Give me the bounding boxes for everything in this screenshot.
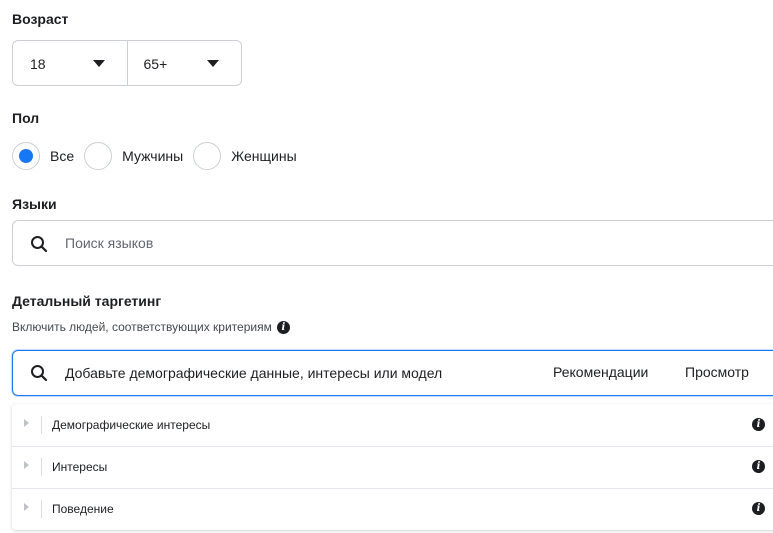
caret-down-icon: [93, 60, 105, 67]
gender-option-men[interactable]: Мужчины: [84, 142, 183, 170]
age-min-dropdown[interactable]: 18: [13, 41, 127, 85]
languages-label: Языки: [12, 196, 57, 212]
category-label: Интересы: [52, 460, 108, 474]
radio-all[interactable]: [12, 142, 40, 170]
gender-option-label: Мужчины: [122, 148, 184, 164]
gender-label: Пол: [12, 110, 40, 126]
gender-option-label: Женщины: [231, 148, 297, 164]
age-max-value: 65+: [143, 56, 168, 72]
expand-triangle-icon: [24, 419, 29, 427]
language-search-box: [12, 220, 773, 266]
targeting-category-list: Демографические интересы i Интересы i По…: [12, 404, 773, 530]
expand-triangle-icon: [24, 461, 29, 469]
detailed-targeting-label: Детальный таргетинг: [12, 293, 162, 309]
category-row-behaviors[interactable]: Поведение i: [12, 488, 773, 530]
detailed-targeting-sublabel: Включить людей, соответствующих критерия…: [12, 320, 290, 334]
browse-link[interactable]: Просмотр: [685, 364, 749, 380]
category-label: Демографические интересы: [52, 418, 211, 432]
age-min-value: 18: [30, 56, 46, 72]
category-label: Поведение: [52, 502, 114, 516]
age-max-dropdown[interactable]: 65+: [126, 41, 242, 85]
category-row-interests[interactable]: Интересы i: [12, 446, 773, 489]
info-icon[interactable]: i: [752, 418, 765, 431]
detailed-targeting-search-input[interactable]: [63, 364, 557, 382]
sublabel-text: Включить людей, соответствующих критерия…: [12, 320, 272, 334]
search-icon: [31, 365, 48, 382]
gender-option-all[interactable]: Все: [12, 142, 74, 170]
search-icon: [31, 236, 48, 253]
gender-option-women[interactable]: Женщины: [193, 142, 297, 170]
info-icon[interactable]: i: [276, 320, 290, 334]
age-range-selector: 18 65+: [12, 40, 242, 86]
divider: [41, 458, 42, 476]
radio-women[interactable]: [193, 142, 222, 170]
category-row-demographics[interactable]: Демографические интересы i: [12, 404, 773, 447]
language-search-input[interactable]: [63, 234, 567, 252]
divider: [41, 500, 42, 518]
gender-option-label: Все: [50, 148, 75, 164]
recommendations-link[interactable]: Рекомендации: [553, 364, 648, 380]
gender-radio-group: Все Мужчины Женщины: [12, 140, 297, 172]
expand-triangle-icon: [24, 503, 29, 511]
divider: [41, 416, 42, 434]
radio-men[interactable]: [84, 142, 113, 170]
caret-down-icon: [206, 60, 219, 67]
info-icon[interactable]: i: [752, 502, 765, 515]
info-icon[interactable]: i: [752, 460, 765, 473]
detailed-targeting-search-box: Рекомендации Просмотр: [12, 350, 773, 396]
age-label: Возраст: [12, 11, 69, 27]
